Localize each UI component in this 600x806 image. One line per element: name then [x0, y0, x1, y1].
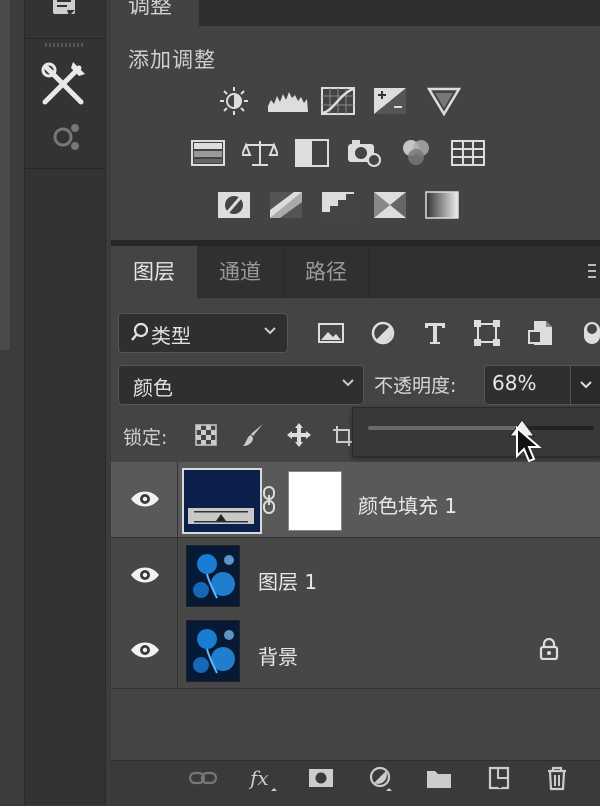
background-thumbnail[interactable] [186, 620, 240, 682]
layer-mask-thumbnail[interactable] [288, 471, 342, 531]
lock-icon[interactable] [538, 638, 560, 660]
lock-position-icon[interactable] [286, 422, 312, 448]
gradient-map-icon[interactable] [424, 190, 460, 220]
photo-filter-icon[interactable] [346, 138, 382, 168]
adjustments-title: 添加调整 [128, 48, 216, 72]
levels-icon[interactable] [266, 86, 310, 116]
smart-object-filter-icon[interactable] [526, 318, 556, 348]
left-scroll-edge [0, 0, 10, 350]
tab-paths[interactable]: 路径 [283, 246, 370, 298]
chevron-down-icon [263, 326, 277, 336]
tab-layers[interactable]: 图层 [111, 246, 197, 298]
panel-grip[interactable] [45, 43, 85, 47]
link-chain-icon[interactable] [262, 486, 276, 514]
curves-icon[interactable] [320, 86, 356, 116]
new-group-folder-icon[interactable] [424, 764, 454, 792]
new-layer-icon[interactable] [484, 764, 514, 792]
chevron-down-icon [579, 380, 593, 390]
color-lookup-icon[interactable] [450, 138, 486, 168]
search-icon [131, 322, 149, 342]
threshold-icon[interactable] [320, 190, 356, 220]
invert-icon[interactable] [216, 190, 252, 220]
layer-style-fx-icon[interactable]: fx [248, 764, 278, 792]
pixel-layer-filter-icon[interactable] [316, 318, 346, 348]
layer-name: 图层 1 [258, 570, 318, 594]
new-adjustment-layer-icon[interactable] [366, 764, 396, 792]
vibrance-icon[interactable] [426, 86, 462, 116]
filter-toggle-icon[interactable] [580, 318, 600, 348]
layer-filter-dropdown[interactable]: 类型 [118, 313, 288, 353]
visibility-eye-icon[interactable] [130, 640, 160, 660]
lock-label: 锁定: [123, 427, 168, 449]
layer-thumbnail[interactable] [186, 545, 240, 607]
visibility-eye-icon[interactable] [130, 565, 160, 585]
opacity-value: 68% [492, 371, 537, 395]
lock-image-pixels-icon[interactable] [241, 422, 267, 448]
add-mask-icon[interactable] [306, 764, 336, 792]
color-fill-thumbnail[interactable] [182, 468, 262, 534]
posterize-icon[interactable] [268, 190, 304, 220]
black-white-icon[interactable] [294, 138, 330, 168]
exposure-icon[interactable] [372, 86, 408, 116]
mouse-cursor-icon [514, 426, 544, 466]
opacity-slider-popup [352, 407, 600, 457]
tools-icon[interactable] [39, 58, 91, 110]
svg-text:fx: fx [248, 766, 269, 790]
hue-saturation-icon[interactable] [190, 138, 226, 168]
opacity-slider-fill [368, 426, 522, 430]
delete-layer-trash-icon[interactable] [542, 764, 572, 792]
filter-value: 类型 [151, 324, 191, 348]
layer-name: 颜色填充 1 [358, 494, 458, 518]
adjustment-layer-filter-icon[interactable] [368, 318, 398, 348]
channel-mixer-icon[interactable] [398, 138, 434, 168]
properties-icon[interactable] [49, 120, 83, 154]
opacity-label: 不透明度: [374, 375, 457, 397]
layer-name: 背景 [258, 645, 298, 669]
layers-bottom-bar [111, 760, 600, 806]
lock-artboard-icon[interactable] [333, 422, 353, 448]
tab-channels[interactable]: 通道 [197, 246, 284, 298]
tool-strip [24, 0, 106, 805]
opacity-dropdown-button[interactable] [570, 365, 600, 405]
link-layers-icon[interactable] [188, 764, 218, 792]
tab-adjustments-label: 调整 [128, 0, 173, 19]
panel-menu-icon[interactable] [588, 262, 596, 280]
chevron-down-icon [341, 378, 355, 388]
blend-mode-value: 颜色 [133, 376, 173, 400]
blend-mode-dropdown[interactable]: 颜色 [118, 365, 364, 405]
notes-icon[interactable] [51, 0, 77, 18]
visibility-eye-icon[interactable] [130, 489, 160, 509]
type-layer-filter-icon[interactable] [420, 318, 450, 348]
shape-layer-filter-icon[interactable] [472, 318, 502, 348]
lock-transparent-pixels-icon[interactable] [193, 422, 219, 448]
color-balance-icon[interactable] [242, 138, 278, 168]
selective-color-icon[interactable] [372, 190, 408, 220]
fill-swatch-bar [188, 508, 254, 524]
brightness-contrast-icon[interactable] [216, 86, 252, 116]
layer-row-background[interactable] [111, 613, 600, 689]
layer-row-layer1[interactable] [111, 538, 600, 614]
